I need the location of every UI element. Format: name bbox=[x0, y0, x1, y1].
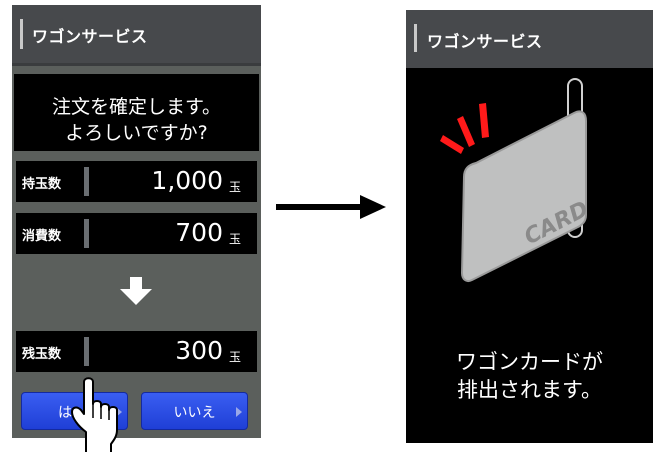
chevron-right-icon bbox=[236, 407, 242, 417]
card-eject-screen: ワゴンサービス CARD ワゴンカードが 排出されます。 bbox=[406, 10, 653, 443]
consumption-unit: 玉 bbox=[228, 232, 241, 246]
confirm-message: 注文を確定します。 よろしいですか? bbox=[14, 74, 259, 151]
row-separator bbox=[84, 167, 89, 196]
down-arrow-icon bbox=[120, 277, 152, 305]
confirm-line-1: 注文を確定します。 bbox=[51, 96, 222, 118]
header: ワゴンサービス bbox=[12, 5, 261, 66]
header-title: ワゴンサービス bbox=[32, 27, 148, 46]
alert-mark-icon bbox=[457, 116, 475, 147]
balance-unit: 玉 bbox=[228, 180, 241, 194]
eject-message-line-2: 排出されます。 bbox=[457, 378, 602, 402]
row-separator bbox=[84, 219, 89, 248]
remaining-label: 残玉数 bbox=[22, 347, 62, 362]
header-accent-bar bbox=[20, 19, 23, 49]
balance-label: 持玉数 bbox=[22, 177, 62, 192]
consumption-value: 700 bbox=[175, 218, 223, 247]
consumption-row: 消費数 700 玉 bbox=[16, 213, 257, 254]
card-eject-illustration: CARD bbox=[440, 78, 593, 283]
header-accent-bar bbox=[414, 24, 417, 52]
remaining-unit: 玉 bbox=[228, 350, 241, 364]
confirm-screen: ワゴンサービス 注文を確定します。 よろしいですか? 持玉数 1,000 玉 消… bbox=[12, 5, 261, 438]
header-title: ワゴンサービス bbox=[427, 32, 543, 51]
header: ワゴンサービス bbox=[406, 10, 653, 68]
no-button-label: いいえ bbox=[173, 405, 216, 421]
pointing-hand-icon bbox=[71, 377, 118, 452]
remaining-row: 残玉数 300 玉 bbox=[16, 331, 257, 372]
alert-mark-icon bbox=[479, 103, 489, 138]
balance-value: 1,000 bbox=[151, 166, 223, 195]
remaining-value: 300 bbox=[175, 336, 223, 365]
confirm-line-2: よろしいですか? bbox=[65, 122, 208, 144]
balance-row: 持玉数 1,000 玉 bbox=[16, 161, 257, 202]
consumption-label: 消費数 bbox=[22, 229, 62, 244]
no-button[interactable]: いいえ bbox=[141, 392, 248, 430]
eject-message-line-1: ワゴンカードが bbox=[456, 350, 603, 374]
transition-arrow-icon bbox=[276, 195, 386, 219]
row-separator bbox=[84, 337, 89, 366]
alert-mark-icon bbox=[440, 135, 464, 154]
